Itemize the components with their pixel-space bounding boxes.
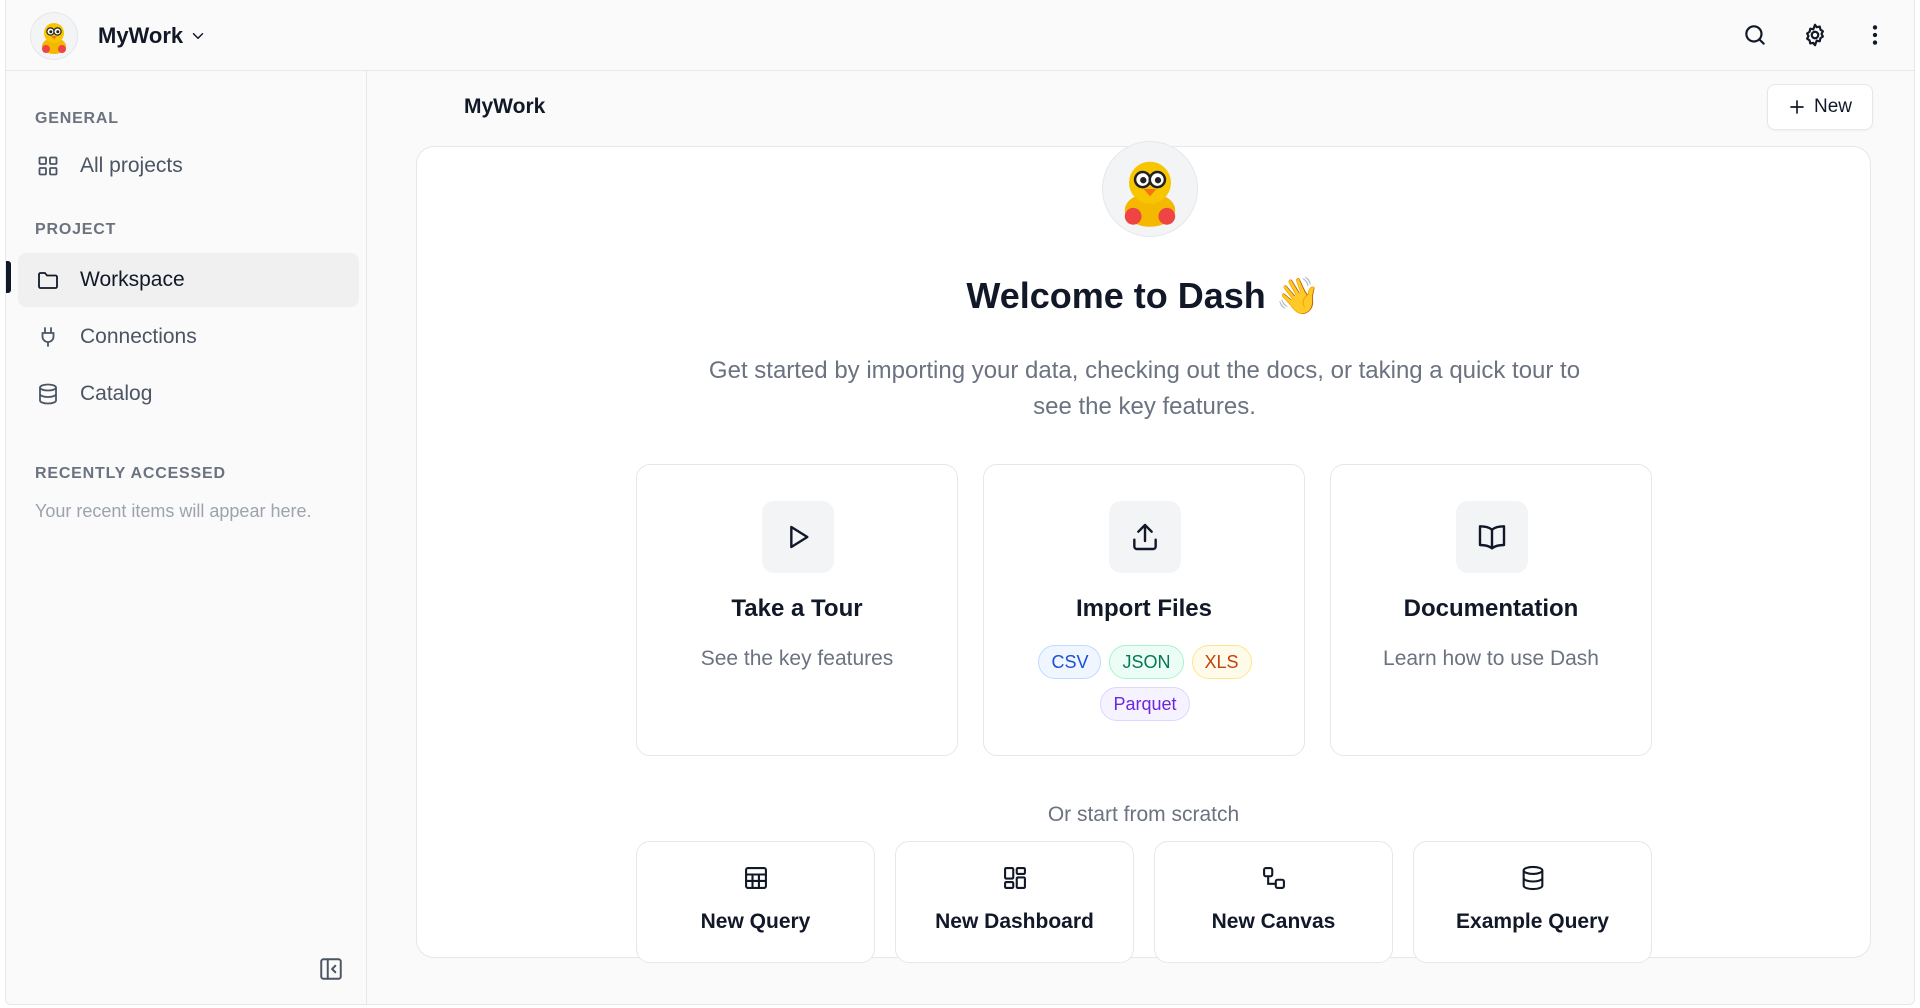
new-dashboard-card[interactable]: New Dashboard xyxy=(895,841,1134,963)
plug-icon xyxy=(41,327,55,347)
sidebar-item-workspace[interactable]: Workspace xyxy=(18,253,359,307)
new-button[interactable]: New xyxy=(1767,84,1873,130)
sidebar-collapse-icon xyxy=(320,958,342,980)
workspace-switcher[interactable]: MyWork xyxy=(30,12,207,60)
active-indicator xyxy=(6,261,11,293)
play-icon xyxy=(762,501,834,573)
section-label-project: PROJECT xyxy=(35,221,117,238)
duck-mascot-icon xyxy=(1102,141,1198,237)
sidebar-item-label: Connections xyxy=(80,325,197,348)
tag-csv: CSV xyxy=(1038,645,1102,679)
take-a-tour-card[interactable]: Take a Tour See the key features xyxy=(636,464,958,756)
new-button-label: New xyxy=(1813,96,1852,117)
scratch-card-label: New Query xyxy=(700,910,811,933)
settings-button[interactable] xyxy=(1800,18,1830,52)
feature-description: Learn how to use Dash xyxy=(1383,647,1599,670)
sidebar-item-label: Catalog xyxy=(80,382,153,405)
more-menu-button[interactable] xyxy=(1860,18,1890,52)
more-vertical-icon xyxy=(1872,25,1878,45)
upload-icon xyxy=(1109,501,1181,573)
top-bar: MyWork xyxy=(6,0,1914,71)
app-window: MyWork GENERAL All projects PROJECT Work… xyxy=(5,0,1915,1005)
scratch-card-label: New Dashboard xyxy=(935,910,1094,933)
page-title: MyWork xyxy=(464,95,546,118)
database-icon xyxy=(1522,865,1544,891)
example-query-card[interactable]: Example Query xyxy=(1413,841,1652,963)
section-label-recent: RECENTLY ACCESSED xyxy=(35,465,226,482)
section-label-general: GENERAL xyxy=(35,110,119,127)
welcome-panel: Welcome to Dash 👋 Get started by importi… xyxy=(416,141,1871,963)
scratch-card-label: New Canvas xyxy=(1211,910,1336,933)
feature-title: Take a Tour xyxy=(731,595,863,622)
feature-title: Import Files xyxy=(1075,595,1213,622)
folder-icon xyxy=(38,272,58,289)
tag-json: JSON xyxy=(1109,645,1184,679)
new-canvas-card[interactable]: New Canvas xyxy=(1154,841,1393,963)
dashboard-icon xyxy=(1004,867,1026,889)
database-icon xyxy=(39,383,57,405)
search-button[interactable] xyxy=(1740,18,1770,52)
sidebar: GENERAL All projects PROJECT Workspace C… xyxy=(6,71,367,1004)
table-icon xyxy=(745,867,767,889)
collapse-sidebar-button[interactable] xyxy=(318,956,344,982)
canvas-icon xyxy=(1263,867,1285,889)
new-query-card[interactable]: New Query xyxy=(636,841,875,963)
chevron-down-icon xyxy=(192,33,204,39)
duck-logo-icon xyxy=(30,12,78,60)
plus-icon xyxy=(1790,100,1804,114)
tag-xls: XLS xyxy=(1191,645,1252,679)
workspace-name: MyWork xyxy=(98,23,184,48)
recent-empty-text: Your recent items will appear here. xyxy=(35,501,312,521)
sidebar-item-catalog[interactable]: Catalog xyxy=(18,367,359,421)
search-icon xyxy=(1745,25,1765,45)
scratch-label: Or start from scratch xyxy=(1047,803,1240,826)
file-type-tags: CSV JSON XLS Parquet xyxy=(1024,645,1266,721)
grid-icon xyxy=(38,156,58,176)
sidebar-item-label: All projects xyxy=(80,154,183,177)
feature-title: Documentation xyxy=(1403,595,1579,622)
feature-description: See the key features xyxy=(700,647,894,670)
welcome-title: Welcome to Dash 👋 xyxy=(966,275,1321,316)
welcome-subtitle: Get started by importing your data, chec… xyxy=(708,357,1581,420)
tag-parquet: Parquet xyxy=(1100,687,1190,721)
book-open-icon xyxy=(1456,501,1528,573)
gear-icon xyxy=(1806,23,1824,47)
scratch-card-label: Example Query xyxy=(1456,910,1609,933)
sidebar-item-connections[interactable]: Connections xyxy=(18,310,359,364)
sidebar-item-all-projects[interactable]: All projects xyxy=(18,139,359,193)
import-files-card[interactable]: Import Files CSV JSON XLS Parquet xyxy=(983,464,1305,756)
documentation-card[interactable]: Documentation Learn how to use Dash xyxy=(1330,464,1652,756)
top-actions xyxy=(1740,18,1890,52)
sidebar-item-label: Workspace xyxy=(80,268,185,291)
